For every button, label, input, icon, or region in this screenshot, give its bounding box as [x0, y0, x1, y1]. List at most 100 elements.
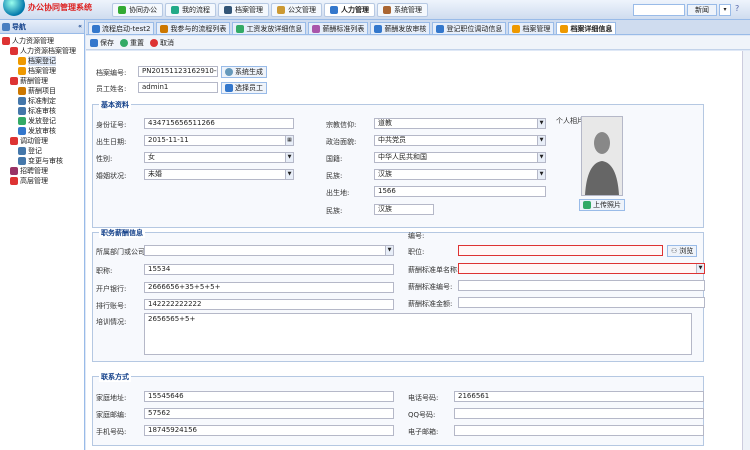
tab-strip: 流程启动-test2 我参与的流程列表 工资发放详细信息 薪酬标准列表 薪酬发放审核 登记… — [86, 20, 750, 35]
sidebar-item-0[interactable]: 人力资源管理 — [0, 36, 84, 46]
sidebar-item-1[interactable]: 人力资源档案管理 — [0, 46, 84, 56]
sidebar-item-13[interactable]: 招聘管理 — [0, 166, 84, 176]
email-field[interactable] — [454, 425, 704, 436]
phone-field[interactable]: 2166561 — [454, 391, 704, 402]
folder-icon — [10, 137, 18, 145]
topnav-label: 档案管理 — [235, 6, 263, 14]
topnav-item-5[interactable]: 系统管理 — [377, 3, 428, 17]
reset-icon — [120, 38, 128, 47]
tab-5[interactable]: 登记职位调动信息 — [432, 22, 507, 34]
topnav-label: 我的流程 — [182, 6, 210, 14]
chevron-down-icon[interactable]: ▼ — [285, 170, 293, 179]
tab-1[interactable]: 我参与的流程列表 — [156, 22, 231, 34]
top-search-input[interactable] — [633, 4, 685, 16]
qq-field[interactable] — [454, 408, 704, 419]
birthplace-field[interactable]: 1566 — [374, 186, 546, 197]
topnav-item-0[interactable]: 协同办公 — [112, 3, 163, 17]
sidebar-item-4[interactable]: 薪酬管理 — [0, 76, 84, 86]
sidebar-item-label: 高层管理 — [20, 177, 48, 185]
file-icon — [18, 67, 26, 75]
person-icon: ⚇ — [671, 247, 678, 255]
chevron-down-icon[interactable]: ▼ — [537, 153, 545, 162]
browse-button[interactable]: ⚇ 浏览 — [667, 245, 698, 257]
ethnic-select[interactable]: 汉族 ▼ — [374, 169, 546, 180]
religion-select[interactable]: 道教 ▼ — [374, 118, 546, 129]
std-no-field[interactable] — [458, 280, 705, 291]
sidebar-item-14[interactable]: 高层管理 — [0, 176, 84, 186]
tab-2[interactable]: 工资发放详细信息 — [232, 22, 307, 34]
org-select[interactable]: ▼ — [144, 245, 394, 256]
sidebar-item-label: 变更与审核 — [28, 157, 63, 165]
title-field[interactable]: 15534 — [144, 264, 394, 275]
chevron-down-icon[interactable]: ▼ — [385, 246, 393, 255]
tab-4[interactable]: 薪酬发放审核 — [370, 22, 431, 34]
tax-field[interactable]: 142222222222 — [144, 299, 394, 310]
political-select[interactable]: 中共党员 ▼ — [374, 135, 546, 146]
reset-button[interactable]: 重置 — [120, 38, 144, 48]
employee-label: 员工姓名: — [96, 85, 127, 93]
bank-field[interactable]: 2666656+35+5+5+ — [144, 282, 394, 293]
cancel-button[interactable]: 取消 — [150, 38, 174, 48]
chevron-down-icon[interactable]: ▼ — [285, 153, 293, 162]
topnav-item-4[interactable]: 人力管理 — [324, 3, 375, 17]
chevron-down-icon[interactable]: ▼ — [537, 170, 545, 179]
user-icon — [330, 6, 338, 14]
mobile-field[interactable]: 18745924156 — [144, 425, 394, 436]
save-button[interactable]: 保存 — [90, 38, 114, 48]
top-search-button[interactable]: 新闻 — [687, 4, 717, 16]
topnav-item-2[interactable]: 档案管理 — [218, 3, 269, 17]
sidebar-item-8[interactable]: 发放登记 — [0, 116, 84, 126]
sidebar-item-10[interactable]: 调动管理 — [0, 136, 84, 146]
folder-icon — [2, 37, 10, 45]
position-field[interactable] — [458, 245, 663, 256]
topnav-item-3[interactable]: 公文管理 — [271, 3, 322, 17]
sidebar-item-label: 档案登记 — [28, 56, 56, 66]
sidebar-item-9[interactable]: 发放审核 — [0, 126, 84, 136]
file-no-label: 档案编号: — [96, 69, 127, 77]
mobile-label: 手机号码: — [96, 428, 127, 436]
collapse-icon[interactable]: « — [78, 23, 82, 30]
ethnic2-field[interactable]: 汉族 — [374, 204, 434, 215]
file-no-field[interactable]: PN20151123162910-0045 — [138, 66, 218, 77]
calendar-icon[interactable]: ▦ — [285, 136, 293, 145]
sidebar-item-6[interactable]: 标准制定 — [0, 96, 84, 106]
birth-field[interactable]: 2015-11-11 ▦ — [144, 135, 294, 146]
upload-photo-button[interactable]: 上传照片 — [579, 199, 625, 211]
code-label: 编号: — [408, 232, 425, 240]
job-info-legend: 职务薪酬信息 — [99, 228, 145, 238]
sidebar-item-2[interactable]: 档案登记 — [0, 56, 84, 66]
sidebar-item-12[interactable]: 变更与审核 — [0, 156, 84, 166]
addr-field[interactable]: 15545646 — [144, 391, 394, 402]
topnav-item-1[interactable]: 我的流程 — [165, 3, 216, 17]
sidebar-item-7[interactable]: 标准审核 — [0, 106, 84, 116]
generate-button[interactable]: 系统生成 — [221, 66, 267, 78]
std-total-field[interactable] — [458, 297, 705, 308]
remark-textarea[interactable]: 2656565+5+ — [144, 313, 692, 355]
sidebar-item-label: 人力资源档案管理 — [20, 47, 76, 55]
tab-7[interactable]: 档案详细信息 — [556, 22, 617, 34]
file-icon — [560, 24, 569, 33]
vertical-scrollbar[interactable] — [742, 51, 750, 450]
std-name-select[interactable]: ▼ — [458, 263, 705, 274]
chevron-down-icon[interactable]: ▼ — [696, 264, 704, 273]
sidebar-item-3[interactable]: 档案管理 — [0, 66, 84, 76]
sidebar-item-11[interactable]: 登记 — [0, 146, 84, 156]
select-employee-button[interactable]: 选择员工 — [221, 82, 267, 94]
chevron-down-icon[interactable]: ▼ — [537, 136, 545, 145]
employee-field[interactable]: admin1 — [138, 82, 218, 93]
nationality-select[interactable]: 中华人民共和国 ▼ — [374, 152, 546, 163]
id-field[interactable]: 434715656511266 — [144, 118, 294, 129]
gender-select[interactable]: 女 ▼ — [144, 152, 294, 163]
avatar — [582, 117, 622, 195]
zip-field[interactable]: 57562 — [144, 408, 394, 419]
sidebar-item-5[interactable]: 薪酬项目 — [0, 86, 84, 96]
tab-6[interactable]: 档案管理 — [508, 22, 555, 34]
tab-3[interactable]: 薪酬标准列表 — [308, 22, 369, 34]
chevron-down-icon[interactable]: ▼ — [537, 119, 545, 128]
help-icon[interactable]: ? — [735, 4, 747, 16]
marital-select[interactable]: 未婚 ▼ — [144, 169, 294, 180]
upload-icon — [583, 201, 591, 209]
sidebar-item-label: 薪酬管理 — [20, 77, 48, 85]
top-search-dropdown[interactable]: ▾ — [719, 4, 731, 16]
tab-0[interactable]: 流程启动-test2 — [88, 22, 155, 34]
